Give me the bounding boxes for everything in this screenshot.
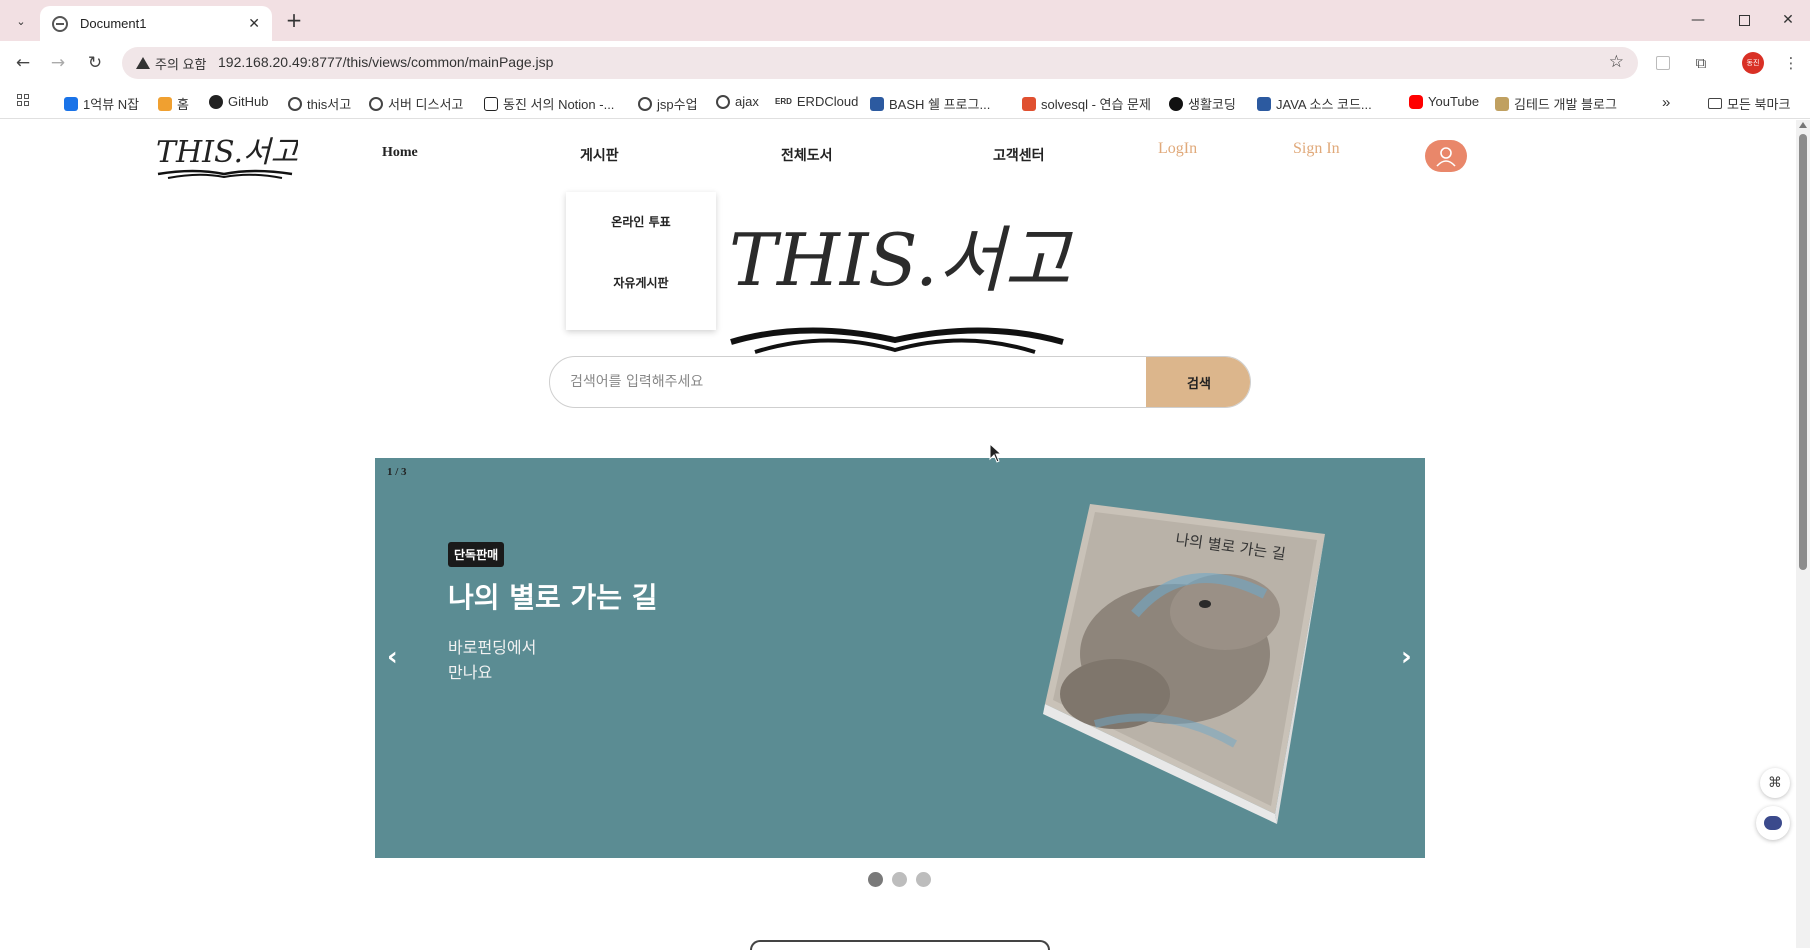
- tab-title: Document1: [80, 16, 147, 31]
- web-page: THIS.서고 Home 게시판 전체도서 고객센터 LogIn Sign In…: [0, 120, 1792, 950]
- address-bar[interactable]: 주의 요함 192.168.20.49:8777/this/views/comm…: [122, 47, 1638, 79]
- minimize-icon[interactable]: —: [1678, 6, 1718, 34]
- banner-subtitle-line1: 바로펀딩에서: [448, 638, 537, 657]
- bookmark-item[interactable]: solvesql - 연습 문제: [1022, 94, 1151, 113]
- globe-icon: [52, 15, 68, 32]
- new-tab-icon[interactable]: +: [282, 8, 306, 32]
- prev-slide-icon[interactable]: ‹: [387, 642, 398, 672]
- nav-home[interactable]: Home: [382, 145, 418, 161]
- bookmark-item[interactable]: YouTube: [1409, 94, 1479, 109]
- chatbot-icon[interactable]: [1756, 806, 1790, 840]
- signin-link[interactable]: Sign In: [1293, 140, 1340, 158]
- command-icon[interactable]: ⌘: [1760, 768, 1790, 798]
- board-dropdown-menu: 온라인 투표 자유게시판: [566, 192, 716, 330]
- security-label: 주의 요함: [155, 56, 207, 72]
- menu-item-free-board[interactable]: 자유게시판: [566, 274, 716, 291]
- bookmark-item[interactable]: 홈: [158, 94, 189, 113]
- bookmark-star-icon[interactable]: ☆: [1609, 52, 1624, 72]
- svg-text:THIS.서고: THIS.서고: [156, 135, 298, 170]
- carousel-dots: [868, 872, 931, 887]
- extension-icon[interactable]: [1652, 52, 1674, 74]
- bookmark-item[interactable]: BASH 쉘 프로그...: [870, 94, 990, 113]
- bookmark-item[interactable]: 김테드 개발 블로그: [1495, 94, 1617, 113]
- extensions-puzzle-icon[interactable]: ⧉: [1690, 52, 1712, 74]
- back-icon[interactable]: ←: [11, 51, 35, 75]
- reload-icon[interactable]: ↻: [83, 51, 107, 75]
- bookmark-item[interactable]: JAVA 소스 코드...: [1257, 94, 1372, 113]
- hero-logo: THIS.서고: [725, 190, 1077, 360]
- banner-subtitle-line2: 만나요: [448, 663, 493, 682]
- tab-search-icon[interactable]: ⌄: [10, 10, 32, 32]
- nav-customer-center[interactable]: 고객센터: [993, 145, 1045, 165]
- banner-title: 나의 별로 가는 길: [448, 581, 658, 614]
- user-icon: [1436, 147, 1456, 167]
- bookmark-item[interactable]: 생활코딩: [1169, 94, 1236, 113]
- bookmark-item[interactable]: jsp수업: [638, 94, 698, 113]
- more-menu-icon[interactable]: ⋮: [1780, 52, 1802, 74]
- folder-icon: [1708, 98, 1722, 109]
- section-divider: [750, 940, 1050, 950]
- security-chip[interactable]: 주의 요함: [130, 51, 212, 75]
- user-avatar-button[interactable]: [1425, 140, 1467, 172]
- bookmark-item[interactable]: GitHub: [209, 94, 268, 109]
- page-scrollbar[interactable]: [1796, 120, 1810, 948]
- search-input[interactable]: [550, 357, 1146, 407]
- nav-board[interactable]: 게시판: [580, 145, 619, 165]
- mouse-cursor-icon: [989, 443, 1003, 463]
- url-text[interactable]: 192.168.20.49:8777/this/views/common/mai…: [218, 54, 553, 70]
- bookmarks-bar: 1억뷰 N잡 홈 GitHub this서고 서버 디스서고 동진 서의 Not…: [0, 85, 1810, 119]
- menu-item-online-vote[interactable]: 온라인 투표: [566, 213, 716, 230]
- exclusive-badge: 단독판매: [448, 542, 505, 567]
- tab-bar: ⌄ Document1 ✕ + — ✕: [0, 0, 1810, 41]
- bookmark-item[interactable]: 동진 서의 Notion -...: [484, 94, 614, 113]
- tab-document1[interactable]: Document1 ✕: [40, 6, 272, 41]
- warning-icon: [136, 57, 150, 69]
- close-tab-icon[interactable]: ✕: [248, 16, 260, 32]
- forward-icon[interactable]: →: [46, 51, 70, 75]
- search-button[interactable]: 검색: [1146, 357, 1250, 407]
- bookmark-item[interactable]: this서고: [288, 94, 351, 113]
- browser-toolbar: ← → ↻ 주의 요함 192.168.20.49:8777/this/view…: [0, 41, 1810, 85]
- bookmark-item[interactable]: 1억뷰 N잡: [64, 94, 139, 113]
- maximize-icon[interactable]: [1724, 6, 1764, 34]
- next-slide-icon[interactable]: ›: [1401, 642, 1412, 672]
- search-bar: 검색: [549, 356, 1251, 408]
- svg-text:THIS.서고: THIS.서고: [729, 218, 1073, 302]
- bookmark-item[interactable]: ajax: [716, 94, 759, 109]
- profile-avatar[interactable]: 동진: [1742, 52, 1764, 74]
- bookmark-item[interactable]: ERD ERDCloud: [775, 94, 858, 109]
- scroll-up-icon[interactable]: [1799, 122, 1807, 128]
- more-bookmarks-icon[interactable]: »: [1662, 94, 1670, 111]
- slide-counter: 1 / 3: [387, 466, 407, 478]
- carousel-dot-3[interactable]: [916, 872, 931, 887]
- login-link[interactable]: LogIn: [1158, 140, 1197, 158]
- carousel-dot-1[interactable]: [868, 872, 883, 887]
- close-window-icon[interactable]: ✕: [1768, 6, 1808, 34]
- book-cover-image[interactable]: 나의 별로 가는 길: [985, 494, 1325, 824]
- all-bookmarks-folder[interactable]: 모든 북마크: [1708, 94, 1790, 113]
- banner-carousel: 1 / 3 단독판매 나의 별로 가는 길 바로펀딩에서 만나요 ‹ › 나의 …: [375, 458, 1425, 858]
- bookmark-item[interactable]: 서버 디스서고: [369, 94, 463, 113]
- scroll-thumb[interactable]: [1799, 134, 1807, 570]
- apps-grid-icon[interactable]: [17, 94, 29, 106]
- carousel-dot-2[interactable]: [892, 872, 907, 887]
- nav-all-books[interactable]: 전체도서: [781, 145, 833, 165]
- site-logo[interactable]: THIS.서고: [154, 130, 300, 180]
